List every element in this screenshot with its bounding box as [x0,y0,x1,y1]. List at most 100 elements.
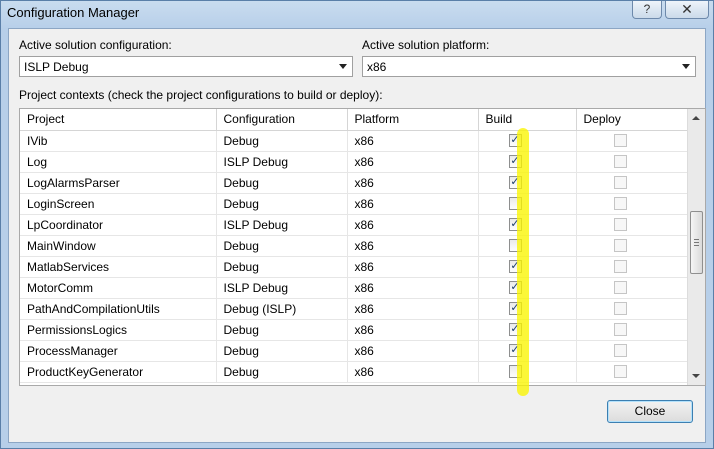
chevron-down-icon [339,64,347,69]
project-cell: IVib [20,130,217,152]
configuration-cell[interactable]: ISLP Debug [216,151,348,173]
window-close-button[interactable]: ✕ [665,1,709,19]
platform-cell[interactable]: x86 [347,172,479,194]
project-contexts-label: Project contexts (check the project conf… [19,88,383,102]
project-contexts-grid: Project Configuration Platform Build Dep… [19,108,706,386]
deploy-cell [576,130,689,152]
vertical-scrollbar[interactable] [687,109,705,385]
platform-cell[interactable]: x86 [347,235,479,257]
deploy-checkbox [613,218,627,231]
table-row[interactable]: LogAlarmsParser Debug x86 ✓ [20,172,689,194]
deploy-checkbox [613,281,627,294]
solution-config-select[interactable]: ISLP Debug [19,56,353,77]
deploy-cell [576,319,689,341]
help-button[interactable]: ? [632,1,662,19]
table-row[interactable]: ProcessManager Debug x86 ✓ [20,340,689,362]
project-cell: MotorComm [20,277,217,299]
deploy-cell [576,256,689,278]
table-row[interactable]: IVib Debug x86 ✓ [20,130,689,152]
table-header-row: Project Configuration Platform Build Dep… [20,109,689,131]
deploy-checkbox [613,323,627,336]
project-cell: MainWindow [20,235,217,257]
platform-cell[interactable]: x86 [347,193,479,215]
table-row[interactable]: ProductKeyGenerator Debug x86 [20,361,689,383]
project-cell: ProductKeyGenerator [20,361,217,383]
deploy-checkbox [613,155,627,168]
platform-cell[interactable]: x86 [347,214,479,236]
project-cell: Log [20,151,217,173]
table-row[interactable]: MatlabServices Debug x86 ✓ [20,256,689,278]
configuration-cell[interactable]: Debug [216,193,348,215]
close-button[interactable]: Close [607,400,693,423]
platform-cell[interactable]: x86 [347,256,479,278]
deploy-cell [576,151,689,173]
deploy-checkbox [613,134,627,147]
deploy-cell [576,361,689,383]
project-cell: MatlabServices [20,256,217,278]
configuration-cell[interactable]: ISLP Debug [216,214,348,236]
configuration-cell[interactable]: Debug [216,172,348,194]
configuration-cell[interactable]: Debug [216,361,348,383]
deploy-cell [576,172,689,194]
deploy-cell [576,235,689,257]
platform-cell[interactable]: x86 [347,151,479,173]
project-cell: PermissionsLogics [20,319,217,341]
table-row[interactable]: LpCoordinator ISLP Debug x86 ✓ [20,214,689,236]
solution-platform-label: Active solution platform: [362,38,490,52]
title-bar[interactable]: Configuration Manager ? ✕ [1,1,713,27]
deploy-cell [576,277,689,299]
scroll-down-icon[interactable] [692,374,700,378]
column-header-deploy[interactable]: Deploy [576,109,689,131]
platform-cell[interactable]: x86 [347,361,479,383]
deploy-checkbox [613,239,627,252]
configuration-cell[interactable]: Debug [216,130,348,152]
configuration-cell[interactable]: Debug [216,235,348,257]
deploy-cell [576,214,689,236]
configuration-manager-window: Configuration Manager ? ✕ Active solutio… [0,0,714,449]
highlighter-mark [517,128,529,396]
window-title: Configuration Manager [7,5,140,20]
chevron-down-icon [682,64,690,69]
column-header-configuration[interactable]: Configuration [216,109,348,131]
column-header-platform[interactable]: Platform [347,109,479,131]
table-row[interactable]: MotorComm ISLP Debug x86 ✓ [20,277,689,299]
deploy-cell [576,340,689,362]
configuration-cell[interactable]: Debug [216,340,348,362]
project-table: Project Configuration Platform Build Dep… [20,109,689,383]
project-cell: LpCoordinator [20,214,217,236]
configuration-cell[interactable]: Debug [216,256,348,278]
platform-cell[interactable]: x86 [347,277,479,299]
solution-config-value: ISLP Debug [24,60,89,74]
grip-icon [694,239,699,246]
table-row[interactable]: Log ISLP Debug x86 ✓ [20,151,689,173]
table-row[interactable]: PathAndCompilationUtils Debug (ISLP) x86 ✓ [20,298,689,320]
scrollbar-thumb[interactable] [690,211,703,274]
deploy-cell [576,298,689,320]
deploy-checkbox [613,344,627,357]
solution-platform-select[interactable]: x86 [362,56,696,77]
platform-cell[interactable]: x86 [347,340,479,362]
scroll-up-icon[interactable] [692,116,700,120]
table-row[interactable]: LoginScreen Debug x86 [20,193,689,215]
solution-config-label: Active solution configuration: [19,38,172,52]
column-header-build[interactable]: Build [478,109,577,131]
deploy-checkbox [613,197,627,210]
deploy-checkbox [613,302,627,315]
table-row[interactable]: PermissionsLogics Debug x86 ✓ [20,319,689,341]
table-row[interactable]: MainWindow Debug x86 [20,235,689,257]
project-cell: PathAndCompilationUtils [20,298,217,320]
solution-platform-value: x86 [367,60,387,74]
project-cell: LogAlarmsParser [20,172,217,194]
deploy-checkbox [613,176,627,189]
configuration-cell[interactable]: Debug (ISLP) [216,298,348,320]
platform-cell[interactable]: x86 [347,130,479,152]
configuration-cell[interactable]: Debug [216,319,348,341]
configuration-cell[interactable]: ISLP Debug [216,277,348,299]
platform-cell[interactable]: x86 [347,319,479,341]
platform-cell[interactable]: x86 [347,298,479,320]
dialog-body: Active solution configuration: ISLP Debu… [8,28,706,443]
column-header-project[interactable]: Project [20,109,217,131]
project-cell: ProcessManager [20,340,217,362]
deploy-cell [576,193,689,215]
deploy-checkbox [613,365,627,378]
